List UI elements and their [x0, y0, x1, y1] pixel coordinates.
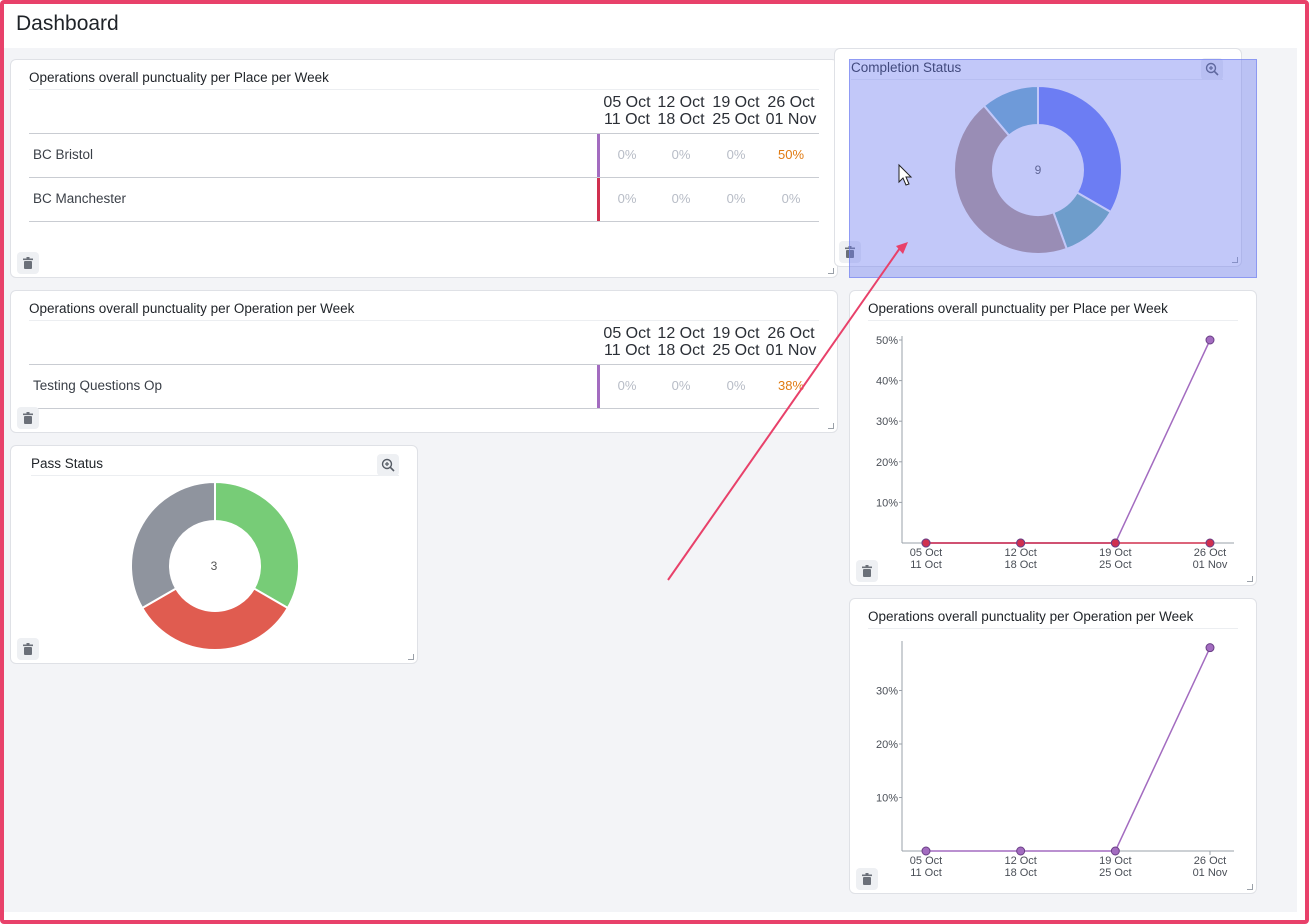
- column-header: 19 Oct 25 Oct: [712, 325, 760, 359]
- row-color-bar: [597, 365, 600, 408]
- data-point: [1016, 538, 1026, 548]
- resize-handle[interactable]: [1247, 884, 1253, 890]
- y-tick-label: 50%: [876, 335, 898, 347]
- pct-cell: 0%: [726, 378, 746, 393]
- x-tick-label: 05 Oct: [910, 855, 942, 867]
- x-tick-label: 25 Oct: [1099, 867, 1131, 879]
- x-tick-label: 12 Oct: [1004, 855, 1036, 867]
- pass-status-donut: [130, 480, 300, 651]
- x-tick-label: 18 Oct: [1004, 559, 1036, 571]
- data-point: [1110, 538, 1120, 548]
- data-point: [1016, 846, 1026, 856]
- row-color-bar: [597, 134, 600, 177]
- widget-operation-table[interactable]: Operations overall punctuality per Opera…: [10, 290, 838, 433]
- y-tick-label: 20%: [876, 739, 898, 751]
- resize-handle[interactable]: [1247, 576, 1253, 582]
- widget-title: Operations overall punctuality per Place…: [29, 70, 819, 90]
- table-row[interactable]: BC Bristol 0% 0% 0% 50%: [29, 134, 819, 177]
- x-tick-label: 19 Oct: [1099, 547, 1131, 559]
- line-chart-operation: 10%20%30%05 Oct11 Oct12 Oct18 Oct19 Oct2…: [876, 641, 1234, 879]
- row-label: Testing Questions Op: [33, 378, 163, 393]
- data-point: [1205, 538, 1215, 548]
- x-tick-label: 01 Nov: [1193, 867, 1228, 879]
- pct-cell: 0%: [671, 191, 691, 206]
- pct-cell: 0%: [671, 147, 691, 162]
- column-header: 12 Oct 18 Oct: [657, 94, 705, 128]
- data-point: [1110, 846, 1120, 856]
- widget-chart-place[interactable]: Operations overall punctuality per Place…: [849, 290, 1257, 586]
- trash-icon[interactable]: [17, 407, 39, 429]
- widget-title: Operations overall punctuality per Opera…: [29, 301, 819, 321]
- pct-cell: 38%: [777, 378, 805, 393]
- x-tick-label: 11 Oct: [910, 559, 942, 571]
- x-tick-label: 12 Oct: [1004, 547, 1036, 559]
- resize-handle[interactable]: [828, 268, 834, 274]
- resize-handle[interactable]: [828, 423, 834, 429]
- pct-cell: 0%: [726, 147, 746, 162]
- line-chart-place: 10% 20% 30% 40% 50% 05 Oct11 Oct 12 Oct18 Oct 1…: [876, 335, 1234, 571]
- x-tick-label: 11 Oct: [910, 867, 942, 879]
- table-row[interactable]: BC Manchester 0% 0% 0% 0%: [29, 178, 819, 221]
- row-color-bar: [597, 178, 600, 221]
- pct-cell: 50%: [777, 147, 805, 162]
- series-line: [926, 339, 1211, 544]
- pct-cell: 0%: [671, 378, 691, 393]
- pct-cell: 0%: [617, 147, 637, 162]
- trash-icon[interactable]: [17, 252, 39, 274]
- widget-chart-operation[interactable]: Operations overall punctuality per Opera…: [849, 598, 1257, 894]
- x-tick-label: 25 Oct: [1099, 559, 1131, 571]
- row-label: BC Manchester: [33, 191, 127, 206]
- widget-pass-status[interactable]: Pass Status 3: [10, 445, 418, 664]
- data-point: [921, 538, 931, 548]
- y-tick-label: 10%: [876, 792, 898, 804]
- y-tick-label: 30%: [876, 416, 898, 428]
- x-tick-label: 26 Oct: [1194, 547, 1226, 559]
- column-header: 19 Oct 25 Oct: [712, 94, 760, 128]
- y-tick-label: 10%: [876, 497, 898, 509]
- donut-slice: [140, 587, 290, 651]
- table-row[interactable]: Testing Questions Op 0% 0% 0% 38%: [29, 365, 819, 408]
- y-tick-label: 30%: [876, 685, 898, 697]
- column-header: 12 Oct 18 Oct: [657, 325, 705, 359]
- x-tick-label: 26 Oct: [1194, 855, 1226, 867]
- series-line: [926, 647, 1211, 852]
- y-tick-label: 20%: [876, 457, 898, 469]
- x-tick-label: 01 Nov: [1193, 559, 1228, 571]
- pct-cell: 0%: [781, 191, 801, 206]
- trash-icon[interactable]: [856, 868, 878, 890]
- column-header: 05 Oct 11 Oct: [603, 94, 651, 128]
- data-point: [921, 846, 931, 856]
- y-tick-label: 40%: [876, 376, 898, 388]
- x-tick-label: 18 Oct: [1004, 867, 1036, 879]
- pct-cell: 0%: [617, 378, 637, 393]
- top-bar: Dashboard: [4, 4, 1297, 48]
- row-label: BC Bristol: [33, 147, 94, 162]
- pct-cell: 0%: [726, 191, 746, 206]
- pct-cell: 0%: [617, 191, 637, 206]
- widget-place-table[interactable]: Operations overall punctuality per Place…: [10, 59, 838, 278]
- donut-slice: [130, 480, 216, 610]
- page-title: Dashboard: [16, 12, 119, 35]
- donut-center-value: 3: [210, 559, 218, 573]
- x-tick-label: 19 Oct: [1099, 855, 1131, 867]
- resize-handle[interactable]: [408, 654, 414, 660]
- data-point: [1205, 335, 1215, 345]
- trash-icon[interactable]: [856, 560, 878, 582]
- data-point: [1205, 643, 1215, 653]
- trash-icon[interactable]: [17, 638, 39, 660]
- x-tick-label: 05 Oct: [910, 547, 942, 559]
- column-header: 26 Oct 01 Nov: [765, 94, 817, 128]
- drag-selection-overlay: [849, 59, 1257, 278]
- column-header: 26 Oct 01 Nov: [765, 325, 817, 359]
- column-header: 05 Oct 11 Oct: [603, 325, 651, 359]
